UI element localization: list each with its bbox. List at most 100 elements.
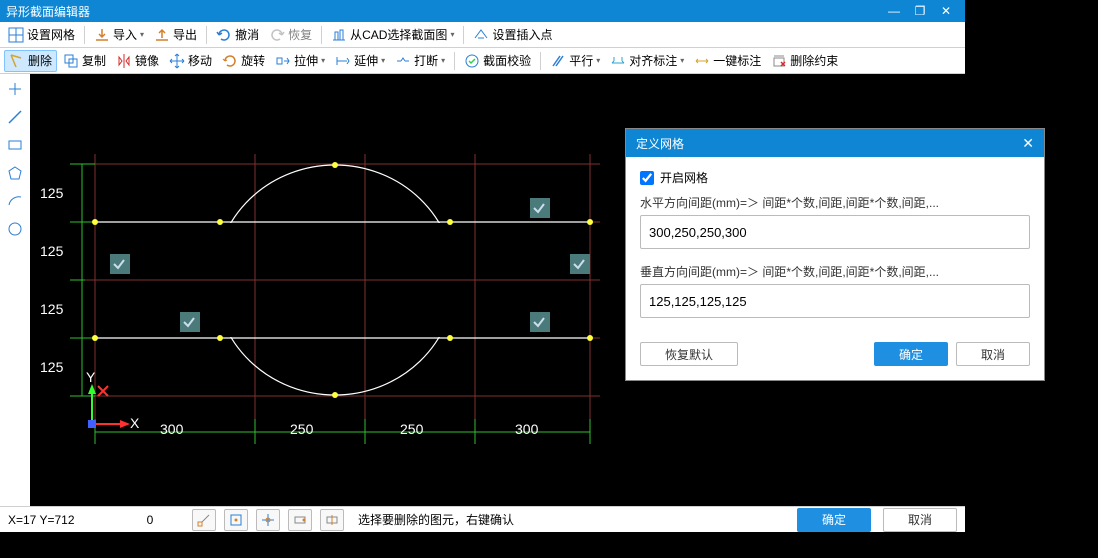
arc-tool[interactable]	[6, 192, 24, 210]
move-icon	[169, 53, 185, 69]
text-icon: T	[7, 249, 23, 265]
arc-icon	[7, 193, 23, 209]
status-hint: 选择要删除的图元，右键确认	[358, 511, 514, 528]
snap-center-button[interactable]	[320, 509, 344, 531]
set-grid-button[interactable]: 设置网格	[4, 24, 79, 46]
mirror-button[interactable]: 镜像	[112, 50, 163, 72]
titlebar: 异形截面编辑器 — ❐ ✕	[0, 0, 965, 22]
redo-button[interactable]: 恢复	[265, 24, 316, 46]
align-icon	[610, 53, 626, 69]
chevron-down-icon: ▾	[140, 30, 144, 39]
col-label-0: 300	[160, 421, 184, 437]
break-icon	[395, 53, 411, 69]
rotate-button[interactable]: 旋转	[218, 50, 269, 72]
export-icon	[154, 27, 170, 43]
define-grid-dialog: 定义网格 ✕ 开启网格 水平方向间距(mm)=＞ 间距*个数,间距,间距*个数,…	[625, 128, 1045, 381]
move-button[interactable]: 移动	[165, 50, 216, 72]
snap-end-button[interactable]	[192, 509, 216, 531]
restore-default-button[interactable]: 恢复默认	[640, 342, 738, 366]
parallel-button[interactable]: 平行 ▾	[546, 50, 604, 72]
axis-indicator: Y X	[86, 369, 140, 431]
maximize-button[interactable]: ❐	[907, 4, 933, 18]
check-icon	[464, 53, 480, 69]
chevron-down-icon: ▾	[441, 56, 445, 65]
row-label-3: 125	[40, 359, 64, 375]
one-key-dim-button[interactable]: 一键标注	[690, 50, 765, 72]
horiz-spacing-input[interactable]	[640, 215, 1030, 249]
window-title: 异形截面编辑器	[6, 3, 90, 20]
dialog-titlebar[interactable]: 定义网格 ✕	[626, 129, 1044, 157]
close-button[interactable]: ✕	[933, 4, 959, 18]
align-dim-button[interactable]: 对齐标注 ▾	[606, 50, 688, 72]
snap-center-icon	[325, 513, 339, 527]
enable-grid-input[interactable]	[640, 171, 654, 185]
status-ok-button[interactable]: 确定	[797, 508, 871, 532]
status-cancel-button[interactable]: 取消	[883, 508, 957, 532]
left-tool-panel: T	[0, 74, 30, 506]
rect-icon	[7, 137, 23, 153]
poly-tool[interactable]	[6, 164, 24, 182]
dialog-cancel-button[interactable]: 取消	[956, 342, 1030, 366]
svg-text:Y: Y	[86, 369, 96, 385]
import-button[interactable]: 导入 ▾	[90, 24, 148, 46]
del-constraint-button[interactable]: 删除约束	[767, 50, 842, 72]
from-cad-button[interactable]: 从CAD选择截面图 ▾	[327, 24, 458, 46]
insert-icon	[473, 27, 489, 43]
circle-icon	[7, 221, 23, 237]
minimize-button[interactable]: —	[881, 4, 907, 18]
mirror-icon	[116, 53, 132, 69]
coord-readout: X=17 Y=712	[8, 513, 108, 527]
point-tool[interactable]	[6, 80, 24, 98]
line-tool[interactable]	[6, 108, 24, 126]
line-icon	[7, 109, 23, 125]
cad-icon	[331, 27, 347, 43]
rect-tool[interactable]	[6, 136, 24, 154]
poly-icon	[7, 165, 23, 181]
dialog-ok-button[interactable]: 确定	[874, 342, 948, 366]
circle-tool[interactable]	[6, 220, 24, 238]
toolbar: 删除 复制 镜像 移动 旋转 拉伸 ▾ 延伸 ▾ 打断 ▾ 截面校验 平行 ▾	[0, 48, 965, 74]
chevron-down-icon: ▾	[596, 56, 600, 65]
vert-spacing-label: 垂直方向间距(mm)=＞ 间距*个数,间距,间距*个数,间距,...	[640, 263, 1030, 280]
snap-cross-icon	[261, 513, 275, 527]
chevron-down-icon: ▾	[381, 56, 385, 65]
section-check-button[interactable]: 截面校验	[460, 50, 535, 72]
import-icon	[94, 27, 110, 43]
delcon-icon	[771, 53, 787, 69]
snap-perp-button[interactable]	[288, 509, 312, 531]
delete-button[interactable]: 删除	[4, 50, 57, 72]
rotate-icon	[222, 53, 238, 69]
row-label-2: 125	[40, 301, 64, 317]
stretch-button[interactable]: 拉伸 ▾	[271, 50, 329, 72]
row-label-1: 125	[40, 243, 64, 259]
delete-icon	[9, 53, 25, 69]
statusbar: X=17 Y=712 0 选择要删除的图元，右键确认 确定 取消	[0, 506, 965, 532]
col-label-1: 250	[290, 421, 314, 437]
chevron-down-icon: ▾	[321, 56, 325, 65]
grid-icon	[8, 27, 24, 43]
break-button[interactable]: 打断 ▾	[391, 50, 449, 72]
undo-icon	[216, 27, 232, 43]
copy-button[interactable]: 复制	[59, 50, 110, 72]
extend-icon	[335, 53, 351, 69]
export-button[interactable]: 导出	[150, 24, 201, 46]
set-insert-button[interactable]: 设置插入点	[469, 24, 556, 46]
snap-perp-icon	[293, 513, 307, 527]
snap-mid-button[interactable]	[224, 509, 248, 531]
snap-cross-button[interactable]	[256, 509, 280, 531]
enable-grid-checkbox[interactable]: 开启网格	[640, 169, 1030, 186]
parallel-icon	[550, 53, 566, 69]
snap-end-icon	[197, 513, 211, 527]
extend-button[interactable]: 延伸 ▾	[331, 50, 389, 72]
stretch-icon	[275, 53, 291, 69]
vert-spacing-input[interactable]	[640, 284, 1030, 318]
status-zero: 0	[120, 513, 180, 527]
svg-text:X: X	[130, 415, 140, 431]
undo-button[interactable]: 撤消	[212, 24, 263, 46]
text-tool[interactable]: T	[6, 248, 24, 266]
chevron-down-icon: ▾	[680, 56, 684, 65]
col-label-3: 300	[515, 421, 539, 437]
redo-icon	[269, 27, 285, 43]
dialog-close-button[interactable]: ✕	[1022, 135, 1034, 152]
onekey-icon	[694, 53, 710, 69]
